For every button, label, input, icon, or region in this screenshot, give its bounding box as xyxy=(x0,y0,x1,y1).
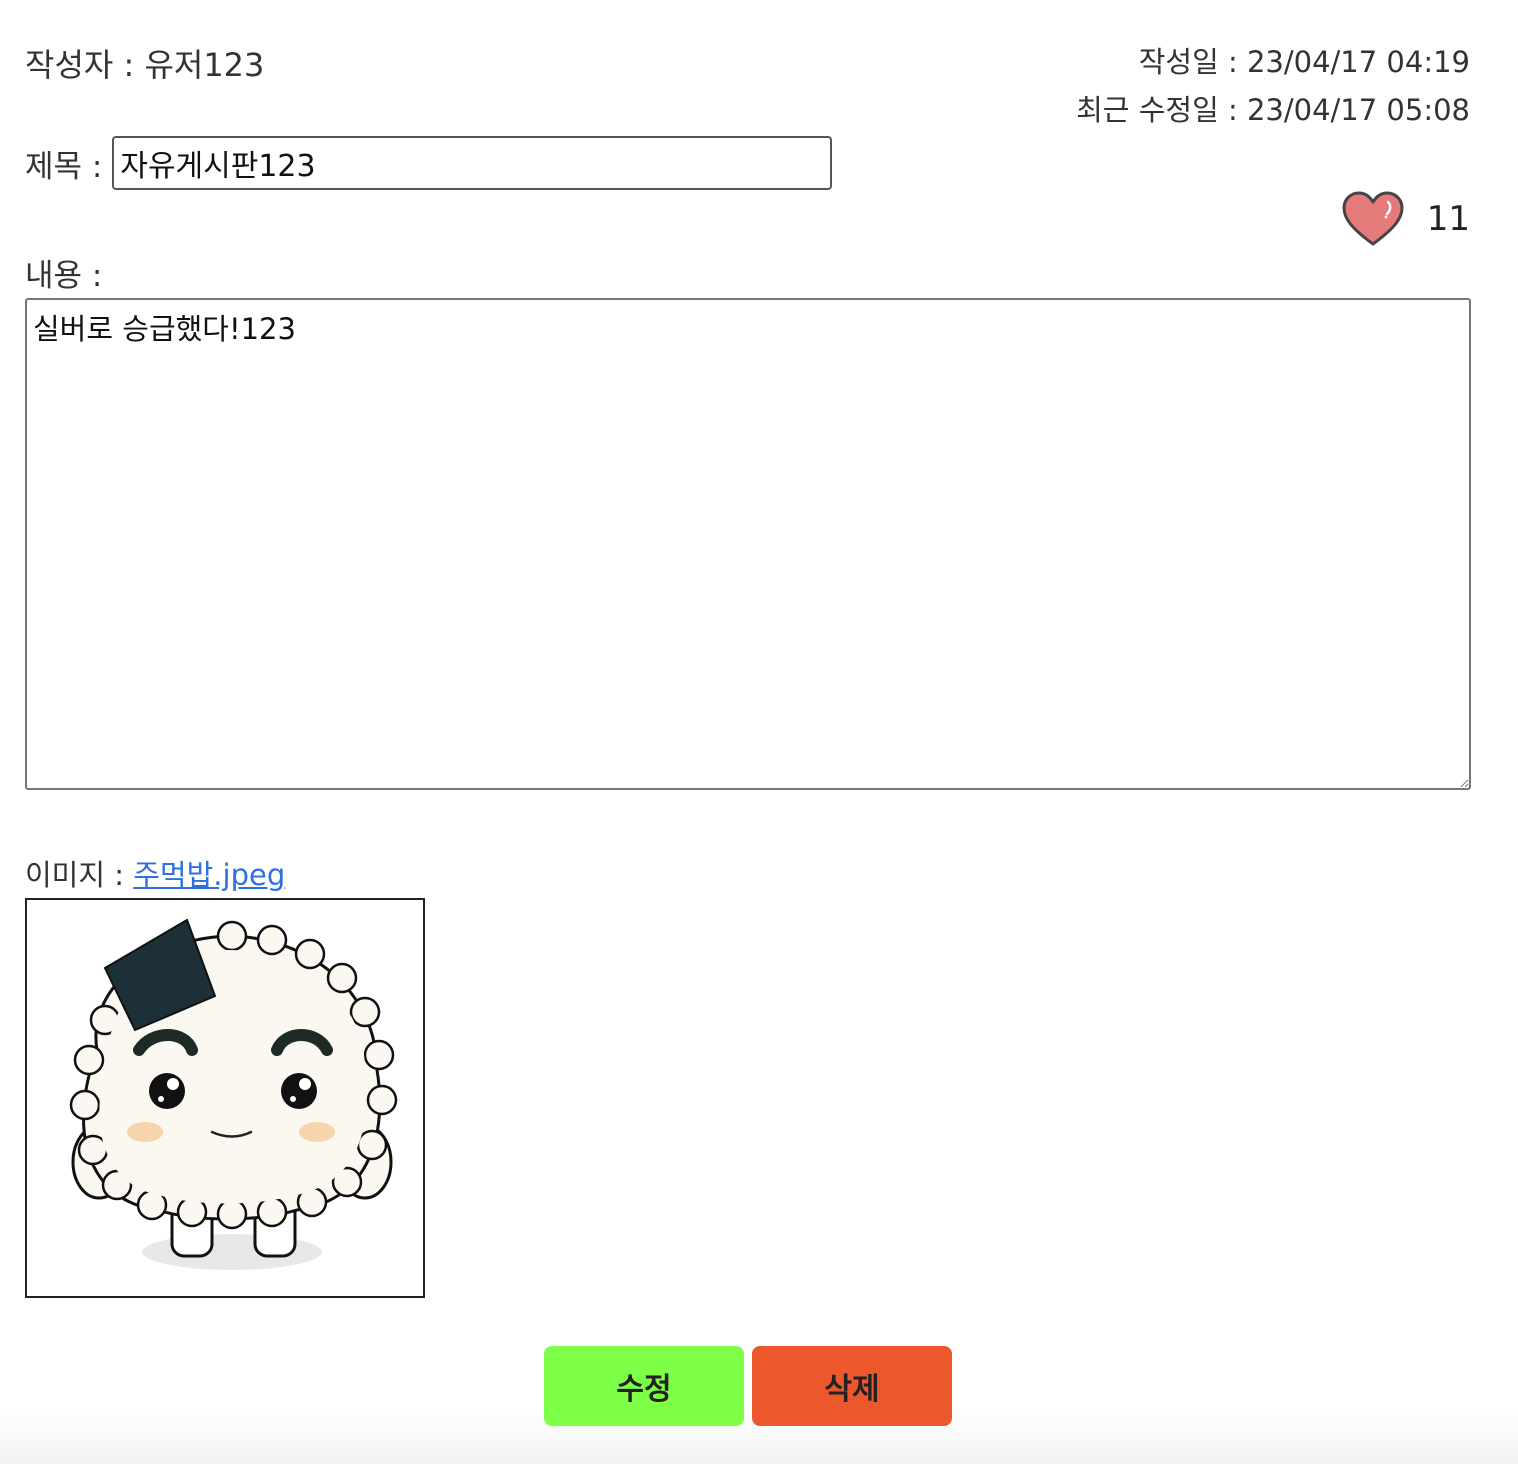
rice-ball-character-image xyxy=(69,918,398,1270)
action-buttons: 수정 삭제 xyxy=(544,1346,952,1426)
modified-date: 최근 수정일 : 23/04/17 05:08 xyxy=(1076,93,1470,127)
created-date: 작성일 : 23/04/17 04:19 xyxy=(1138,45,1470,79)
title-label: 제목 : xyxy=(25,148,103,185)
title-row: 제목 : xyxy=(25,136,833,190)
edit-button[interactable]: 수정 xyxy=(544,1346,744,1426)
like-count: 11 xyxy=(1426,199,1470,239)
post-dates: 작성일 : 23/04/17 04:19 최근 수정일 : 23/04/17 0… xyxy=(1076,38,1470,134)
image-label: 이미지 : xyxy=(25,858,134,892)
delete-button[interactable]: 삭제 xyxy=(752,1346,952,1426)
image-row: 이미지 : 주먹밥.jpeg xyxy=(25,852,285,894)
post-detail-page: 작성자 : 유저123 작성일 : 23/04/17 04:19 최근 수정일 … xyxy=(0,0,1518,1464)
author-label: 작성자 : 유저123 xyxy=(25,46,265,84)
heart-icon[interactable] xyxy=(1341,190,1405,248)
content-textarea[interactable]: 실버로 승급했다!123 xyxy=(25,298,1471,790)
content-label: 내용 : xyxy=(25,258,103,294)
title-input[interactable] xyxy=(112,136,833,190)
image-file-link[interactable]: 주먹밥.jpeg xyxy=(133,858,285,892)
like-section: 11 xyxy=(1341,190,1470,248)
image-preview xyxy=(25,898,425,1298)
